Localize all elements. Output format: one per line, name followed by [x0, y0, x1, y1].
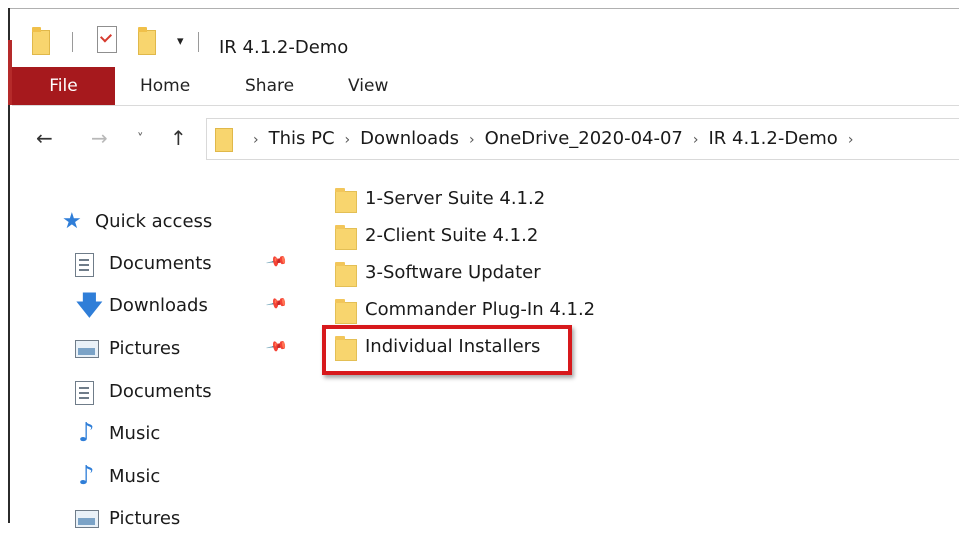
pin-icon[interactable]: 📌 [265, 335, 288, 358]
sidebar-item-music[interactable]: ♪ Music [12, 457, 308, 497]
sidebar-item-pictures[interactable]: Pictures 📌 [12, 329, 308, 369]
list-item[interactable]: 2-Client Suite 4.1.2 [320, 219, 720, 255]
sidebar-item-documents[interactable]: Documents 📌 [12, 244, 308, 284]
sidebar-item-downloads[interactable]: 🡇 Downloads 📌 [12, 286, 308, 326]
breadcrumb-separator-icon[interactable]: › [848, 132, 854, 148]
breadcrumb-separator-icon[interactable]: › [345, 132, 351, 148]
customize-toolbar-dropdown-icon[interactable]: ▾ [177, 33, 184, 51]
breadcrumb-downloads[interactable]: Downloads [360, 128, 459, 149]
sidebar-item-label: Pictures [109, 338, 181, 359]
sidebar-item-label: Quick access [95, 211, 213, 232]
sidebar-item-label: Music [109, 466, 161, 487]
folder-icon[interactable] [32, 27, 50, 55]
downloads-icon: 🡇 [76, 291, 103, 321]
back-arrow-icon[interactable]: ← [36, 126, 53, 150]
sidebar-item-quick-access[interactable]: ★ Quick access [12, 202, 308, 242]
sidebar-item-label: Downloads [109, 295, 208, 316]
address-bar[interactable]: › This PC › Downloads › OneDrive_2020-04-07 › I… [206, 118, 959, 160]
documents-icon [75, 253, 94, 277]
file-name: 3-Software Updater [365, 262, 541, 283]
window-title: IR 4.1.2-Demo [219, 37, 349, 58]
properties-icon[interactable] [97, 26, 119, 56]
pin-icon[interactable]: 📌 [265, 292, 288, 315]
toolbar-divider [72, 32, 73, 52]
folder-icon [335, 225, 357, 250]
sidebar-item-pictures[interactable]: Pictures [12, 499, 308, 539]
documents-icon [75, 381, 94, 405]
title-divider [198, 32, 199, 52]
folder-icon [215, 128, 233, 152]
forward-arrow-icon[interactable]: → [91, 126, 108, 150]
pictures-icon [75, 510, 99, 528]
sidebar-item-label: Pictures [109, 508, 181, 529]
ribbon-tabs: File Home Share View [12, 67, 959, 106]
folder-icon [335, 299, 357, 324]
sidebar-item-music[interactable]: ♪ Music [12, 414, 308, 454]
file-name: 2-Client Suite 4.1.2 [365, 225, 539, 246]
pictures-icon [75, 340, 99, 358]
breadcrumb-separator-icon[interactable]: › [253, 132, 259, 148]
tab-home[interactable]: Home [140, 67, 190, 105]
navigation-bar: ← → ˅ ↑ › This PC › Downloads › OneDrive_2020… [12, 106, 959, 168]
music-icon: ♪ [78, 418, 95, 448]
sidebar-item-label: Documents [109, 253, 212, 274]
breadcrumb-separator-icon[interactable]: › [693, 132, 699, 148]
list-item[interactable]: 1-Server Suite 4.1.2 [320, 182, 720, 218]
new-folder-icon[interactable] [138, 27, 156, 55]
sidebar-item-documents[interactable]: Documents [12, 372, 308, 412]
folder-icon [335, 262, 357, 287]
list-item[interactable]: Commander Plug-In 4.1.2 [320, 293, 720, 329]
navigation-pane: ★ Quick access Documents 📌 🡇 Downloads 📌… [12, 168, 308, 530]
title-bar: ▾ IR 4.1.2-Demo [10, 9, 959, 67]
breadcrumb-current-folder[interactable]: IR 4.1.2-Demo [708, 128, 837, 149]
star-icon: ★ [62, 209, 82, 234]
tab-view[interactable]: View [348, 67, 388, 105]
sidebar-item-label: Documents [109, 381, 212, 402]
tab-share[interactable]: Share [245, 67, 294, 105]
breadcrumb-onedrive[interactable]: OneDrive_2020-04-07 [485, 128, 683, 149]
sidebar-item-label: Music [109, 423, 161, 444]
file-name: Commander Plug-In 4.1.2 [365, 299, 596, 320]
up-arrow-icon[interactable]: ↑ [170, 126, 187, 150]
pin-icon[interactable]: 📌 [265, 250, 288, 273]
list-item[interactable]: 3-Software Updater [320, 256, 720, 292]
breadcrumb-separator-icon[interactable]: › [469, 132, 475, 148]
highlight-annotation-box [322, 325, 572, 375]
breadcrumb: › This PC › Downloads › OneDrive_2020-04-07 › I… [243, 119, 863, 159]
tab-file[interactable]: File [12, 67, 115, 105]
folder-icon [335, 188, 357, 213]
file-name: 1-Server Suite 4.1.2 [365, 188, 546, 209]
breadcrumb-this-pc[interactable]: This PC [269, 128, 335, 149]
music-icon: ♪ [78, 461, 95, 491]
recent-locations-chevron-icon[interactable]: ˅ [137, 128, 144, 152]
